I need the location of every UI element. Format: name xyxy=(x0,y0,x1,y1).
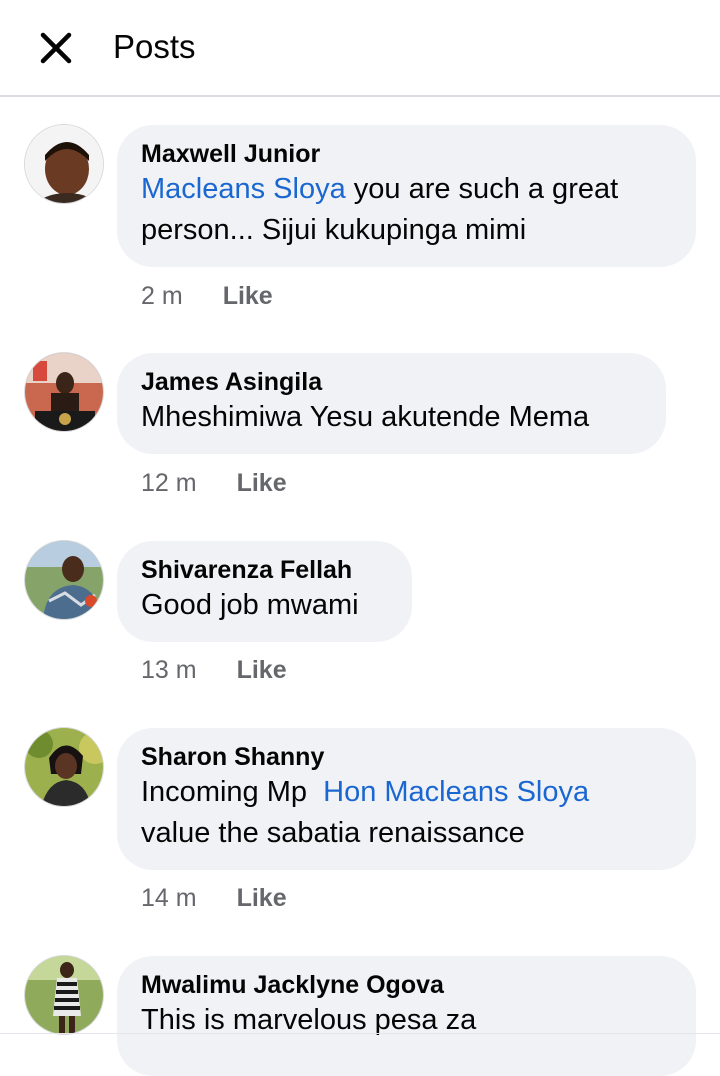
like-button[interactable]: Like xyxy=(237,655,287,685)
comment-text: Incoming Mp Hon Macleans Sloya value the … xyxy=(141,776,590,849)
comment-text: Good job mwami xyxy=(141,589,359,621)
like-button[interactable]: Like xyxy=(237,468,287,498)
comment-time: 12 m xyxy=(141,469,197,497)
mention-link[interactable]: Hon Macleans Sloya xyxy=(323,776,589,808)
like-button[interactable]: Like xyxy=(237,883,287,913)
mention-link[interactable]: Macleans Sloya xyxy=(141,173,346,205)
comment-time: 2 m xyxy=(141,282,183,310)
comment-author[interactable]: Maxwell Junior xyxy=(141,139,672,169)
comment-meta: 12 m Like xyxy=(141,468,287,498)
comment-text: This is marvelous pesa za xyxy=(141,1004,477,1036)
comment-text: Mheshimiwa Yesu akutende Mema xyxy=(141,401,590,433)
avatar[interactable] xyxy=(24,727,104,807)
comment-meta: 2 m Like xyxy=(141,281,273,311)
avatar[interactable] xyxy=(24,955,104,1035)
comment-bubble[interactable]: James Asingila Mheshimiwa Yesu akutende … xyxy=(117,353,666,454)
comment-bubble[interactable]: Mwalimu Jacklyne Ogova This is marvelous… xyxy=(117,956,696,1076)
top-bar: Posts xyxy=(0,0,720,97)
comment-bubble[interactable]: Shivarenza Fellah Good job mwami xyxy=(117,541,412,642)
close-button[interactable] xyxy=(28,20,84,76)
comment-author[interactable]: James Asingila xyxy=(141,367,642,397)
avatar[interactable] xyxy=(24,352,104,432)
like-button[interactable]: Like xyxy=(223,281,273,311)
bottom-divider xyxy=(0,1033,720,1034)
avatar[interactable] xyxy=(24,124,104,204)
comment-text: Macleans Sloya you are such a great perso… xyxy=(141,173,619,246)
comment-meta: 14 m Like xyxy=(141,883,287,913)
close-icon xyxy=(40,32,72,64)
comment-time: 13 m xyxy=(141,656,197,684)
comment-bubble[interactable]: Sharon Shanny Incoming Mp Hon Macleans S… xyxy=(117,728,696,870)
comment-author[interactable]: Shivarenza Fellah xyxy=(141,555,388,585)
comment-time: 14 m xyxy=(141,884,197,912)
comment-author[interactable]: Sharon Shanny xyxy=(141,742,672,772)
comment-author[interactable]: Mwalimu Jacklyne Ogova xyxy=(141,970,672,1000)
avatar[interactable] xyxy=(24,540,104,620)
comment-bubble[interactable]: Maxwell Junior Macleans Sloya you are su… xyxy=(117,125,696,267)
page-title: Posts xyxy=(113,28,196,65)
comment-meta: 13 m Like xyxy=(141,655,287,685)
